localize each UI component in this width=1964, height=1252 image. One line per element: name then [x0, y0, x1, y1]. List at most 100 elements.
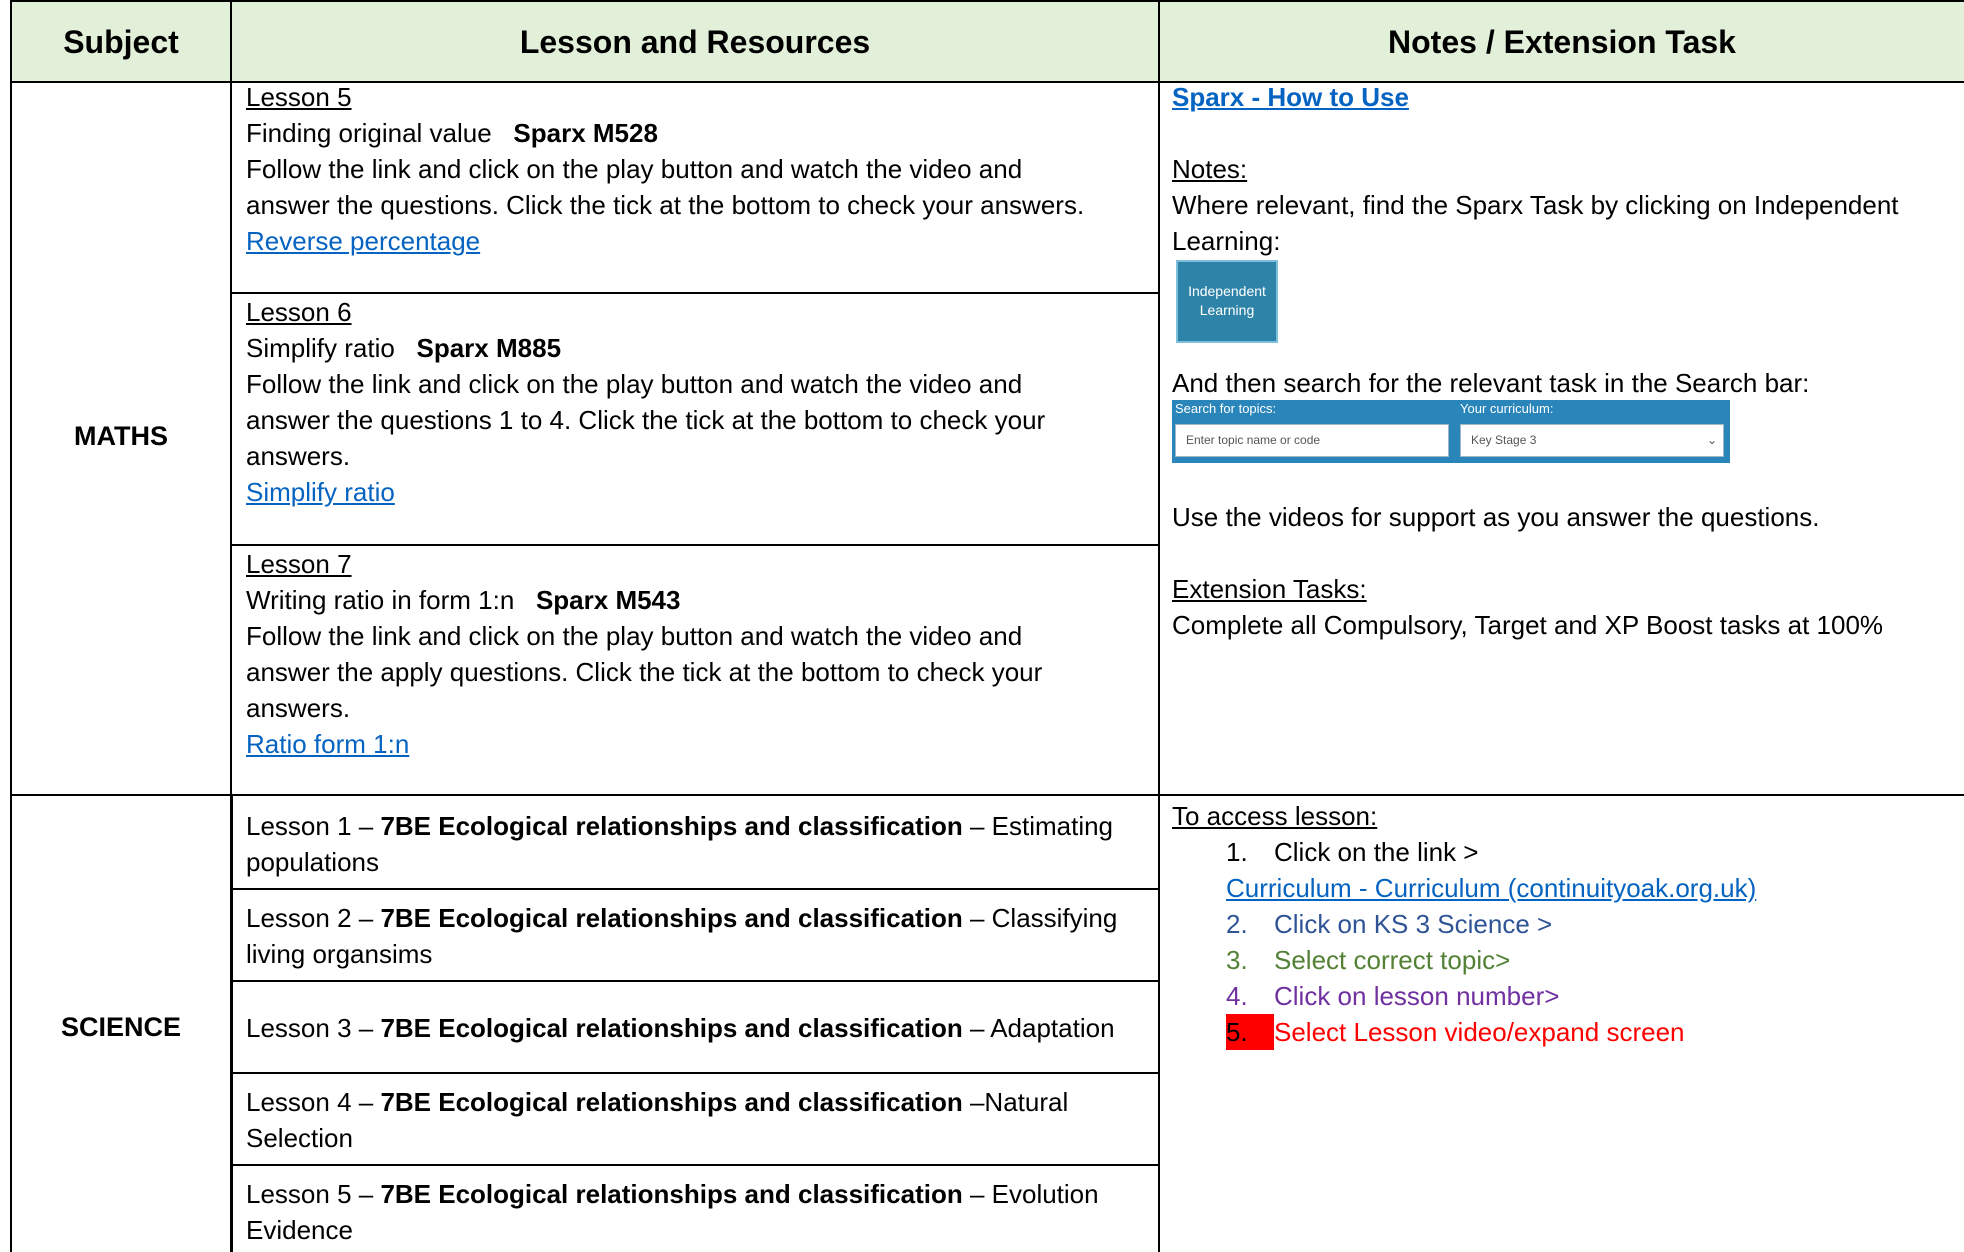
lesson-title: Lesson 5	[246, 82, 352, 112]
topic-name: 7BE Ecological relationships and classif…	[380, 903, 963, 933]
maths-lesson-5: Lesson 5 Finding original value Sparx M5…	[246, 79, 1146, 259]
science-lesson-5: Lesson 5 – 7BE Ecological relationships …	[246, 1176, 1146, 1248]
sparx-search-bar: Search for topics: Your curriculum: Ente…	[1172, 400, 1730, 463]
instruction-line: Follow the link and click on the play bu…	[246, 369, 1023, 399]
lesson-suffix: – Adaptation	[962, 1013, 1115, 1043]
step-5: 5. Select Lesson video/expand screen	[1226, 1014, 1685, 1050]
maths-lesson-7: Lesson 7 Writing ratio in form 1:n Sparx…	[246, 546, 1146, 762]
curriculum-label: Your curriculum:	[1460, 401, 1554, 416]
lesson-prefix: Lesson 5 –	[246, 1179, 381, 1209]
border-sci-l2	[230, 980, 1158, 982]
reverse-percentage-link[interactable]: Reverse percentage	[246, 226, 480, 256]
header-subject: Subject	[63, 24, 179, 60]
subject-science: SCIENCE	[60, 1012, 182, 1042]
border-sci-l3	[230, 1072, 1158, 1074]
science-lesson-4: Lesson 4 – 7BE Ecological relationships …	[246, 1084, 1146, 1156]
topic-name: 7BE Ecological relationships and classif…	[380, 1179, 963, 1209]
step-number: 2.	[1226, 909, 1248, 939]
lesson-title: Lesson 7	[246, 549, 352, 579]
topic-search-input[interactable]: Enter topic name or code	[1175, 424, 1449, 457]
extension-heading: Extension Tasks:	[1172, 574, 1367, 604]
step-text: Click on the link >	[1274, 837, 1479, 867]
step-1: 1. Click on the link >	[1226, 834, 1478, 870]
maths-lesson-6: Lesson 6 Simplify ratio Sparx M885 Follo…	[246, 294, 1146, 510]
lesson-prefix: Lesson 3 –	[246, 1013, 381, 1043]
extension-tasks: Extension Tasks: Complete all Compulsory…	[1172, 571, 1952, 643]
instruction-line: Follow the link and click on the play bu…	[246, 621, 1023, 651]
lesson-suffix-line2: living organsims	[246, 939, 433, 969]
independent-learning-button[interactable]: Independent Learning	[1176, 260, 1278, 343]
lesson-suffix-line2: Evidence	[246, 1215, 353, 1245]
lesson-topic: Simplify ratio	[246, 333, 395, 363]
il-label: Independent	[1188, 283, 1266, 299]
lesson-suffix: – Estimating	[962, 811, 1114, 841]
step-2: 2. Click on KS 3 Science >	[1226, 906, 1552, 942]
simplify-ratio-link[interactable]: Simplify ratio	[246, 477, 395, 507]
border-section-divider	[10, 794, 1964, 796]
step-text: Click on lesson number>	[1274, 981, 1560, 1011]
lesson-suffix: – Classifying	[962, 903, 1118, 933]
lesson-table: Subject Lesson and Resources Notes / Ext…	[0, 0, 1964, 1252]
border-sci-l1	[230, 888, 1158, 890]
chevron-down-icon: ⌄	[1706, 433, 1717, 447]
lesson-suffix: – Evolution	[962, 1179, 1099, 1209]
lesson-topic: Finding original value	[246, 118, 492, 148]
instruction-line: Follow the link and click on the play bu…	[246, 154, 1023, 184]
border-sci-l4	[230, 1164, 1158, 1166]
science-lesson-2: Lesson 2 – 7BE Ecological relationships …	[246, 900, 1146, 972]
notes-text: Where relevant, find the Sparx Task by c…	[1172, 190, 1899, 220]
sparx-code: Sparx M543	[535, 585, 681, 615]
lesson-suffix: –Natural	[962, 1087, 1069, 1117]
instruction-line: answers.	[246, 441, 351, 471]
search-topics-label: Search for topics:	[1175, 401, 1277, 416]
border-top	[10, 0, 1964, 2]
header-notes: Notes / Extension Task	[1388, 24, 1736, 60]
sparx-how-to-use-link[interactable]: Sparx - How to Use	[1172, 82, 1409, 112]
lesson-title: Lesson 6	[246, 297, 352, 327]
lesson-prefix: Lesson 1 –	[246, 811, 381, 841]
topic-name: 7BE Ecological relationships and classif…	[380, 1013, 963, 1043]
lesson-prefix: Lesson 4 –	[246, 1087, 381, 1117]
access-heading: To access lesson:	[1172, 801, 1378, 831]
sparx-code: Sparx M885	[416, 333, 562, 363]
curriculum-select[interactable]: Key Stage 3 ⌄	[1460, 424, 1724, 457]
border-left	[10, 0, 12, 1252]
border-science-inner-left	[231, 796, 233, 1252]
step-3: 3. Select correct topic>	[1226, 942, 1510, 978]
lesson-suffix-line2: populations	[246, 847, 379, 877]
step-number: 4.	[1226, 981, 1248, 1011]
instruction-line: answer the questions. Click the tick at …	[246, 190, 1085, 220]
science-lesson-3: Lesson 3 – 7BE Ecological relationships …	[246, 1010, 1146, 1046]
maths-notes-body: Notes: Where relevant, find the Sparx Ta…	[1172, 151, 1952, 259]
step-text: Select correct topic>	[1274, 945, 1511, 975]
topic-name: 7BE Ecological relationships and classif…	[380, 1087, 963, 1117]
step-text: Select Lesson video/expand screen	[1274, 1017, 1685, 1047]
videos-support-text: Use the videos for support as you answer…	[1172, 502, 1820, 532]
maths-notes: Sparx - How to Use	[1172, 79, 1952, 115]
topic-name: 7BE Ecological relationships and classif…	[380, 811, 963, 841]
curriculum-value: Key Stage 3	[1471, 433, 1537, 447]
sparx-code: Sparx M528	[513, 118, 658, 148]
continuity-oak-link[interactable]: Curriculum - Curriculum (continuityoak.o…	[1226, 873, 1756, 903]
ratio-form-link[interactable]: Ratio form 1:n	[246, 729, 409, 759]
science-lesson-1: Lesson 1 – 7BE Ecological relationships …	[246, 808, 1146, 880]
lesson-topic: Writing ratio in form 1:n	[246, 585, 515, 615]
extension-text: Complete all Compulsory, Target and XP B…	[1172, 610, 1884, 640]
instruction-line: answers.	[246, 693, 351, 723]
curriculum-link-row: Curriculum - Curriculum (continuityoak.o…	[1226, 870, 1756, 906]
instruction-line: answer the apply questions. Click the ti…	[246, 657, 1043, 687]
instruction-line: answer the questions 1 to 4. Click the t…	[246, 405, 1046, 435]
search-instruction: And then search for the relevant task in…	[1172, 368, 1810, 398]
notes-heading: Notes:	[1172, 154, 1248, 184]
access-lesson-heading: To access lesson:	[1172, 798, 1952, 834]
step-number: 1.	[1226, 837, 1248, 867]
header-lesson: Lesson and Resources	[519, 24, 871, 60]
step-number: 3.	[1226, 945, 1248, 975]
il-label: Learning	[1199, 302, 1255, 318]
lesson-suffix-line2: Selection	[246, 1123, 353, 1153]
lesson-prefix: Lesson 2 –	[246, 903, 381, 933]
border-col2	[1158, 0, 1160, 1252]
notes-text: Learning:	[1172, 226, 1281, 256]
step-text: Click on KS 3 Science >	[1274, 909, 1553, 939]
step-number: 5.	[1226, 1014, 1274, 1050]
